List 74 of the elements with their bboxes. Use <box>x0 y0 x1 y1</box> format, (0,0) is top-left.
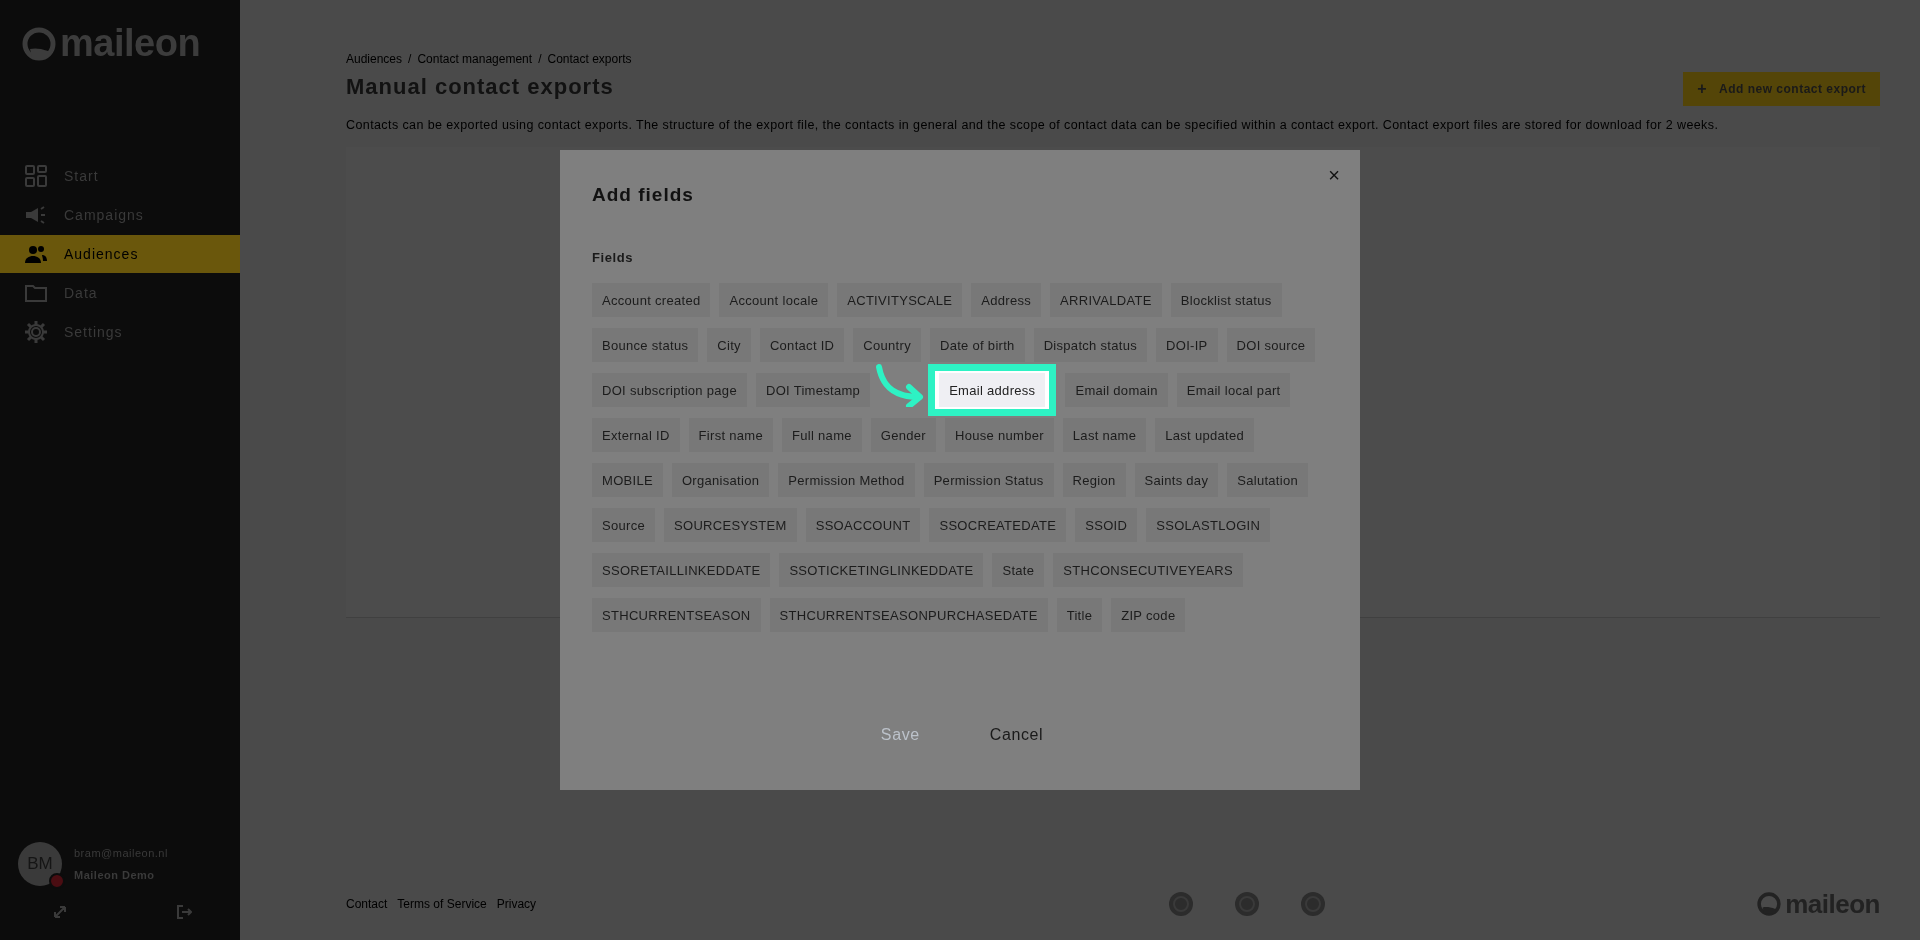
at-sign-icon <box>1757 892 1782 916</box>
field-chip[interactable]: Email domain <box>1065 373 1168 407</box>
field-chip[interactable]: Salutation <box>1227 463 1309 497</box>
field-chip[interactable]: Contact ID <box>759 328 845 362</box>
field-chip[interactable]: House number <box>944 418 1054 452</box>
field-chip[interactable]: SSOACCOUNT <box>805 508 921 542</box>
megaphone-icon <box>24 203 48 227</box>
field-chip[interactable]: DOI subscription page <box>592 373 747 407</box>
field-chip[interactable]: Organisation <box>671 463 770 497</box>
dialog-button[interactable]: Cancel <box>979 720 1054 750</box>
breadcrumb-separator: / <box>538 52 542 66</box>
field-chip[interactable]: Address <box>971 283 1042 317</box>
field-chip[interactable]: City <box>707 328 751 362</box>
at-sign-icon <box>22 26 56 61</box>
section-label: Fields <box>592 250 635 265</box>
field-chip[interactable]: Email local part <box>1176 373 1291 407</box>
field-chip[interactable]: STHCONSECUTIVEYEARS <box>1053 553 1243 587</box>
field-chip[interactable]: Full name <box>782 418 862 452</box>
dialog-title: Add fields <box>592 184 695 206</box>
field-chip[interactable]: Gender <box>870 418 936 452</box>
curved-arrow-icon <box>875 363 926 407</box>
field-chip[interactable]: Date of birth <box>929 328 1025 362</box>
field-chip[interactable]: ZIP code <box>1111 598 1186 632</box>
footer-link[interactable]: Terms of Service <box>397 897 487 911</box>
flag-icon <box>49 873 65 889</box>
seal-icon <box>1299 891 1326 917</box>
field-chip[interactable]: Permission Status <box>923 463 1054 497</box>
field-chip[interactable]: Title <box>1056 598 1103 632</box>
field-chip[interactable]: Saints day <box>1134 463 1219 497</box>
field-chip[interactable]: Blocklist status <box>1170 283 1282 317</box>
gear-icon <box>24 320 48 344</box>
field-chip[interactable]: SSOLASTLOGIN <box>1146 508 1271 542</box>
field-chip[interactable]: SSOID <box>1075 508 1138 542</box>
field-chip[interactable]: Bounce status <box>592 328 699 362</box>
field-chip[interactable]: Dispatch status <box>1033 328 1148 362</box>
field-chip[interactable]: Account locale <box>719 283 829 317</box>
field-chip[interactable]: Last name <box>1062 418 1147 452</box>
field-chip[interactable]: Country <box>853 328 921 362</box>
field-chip[interactable]: ARRIVALDATE <box>1050 283 1162 317</box>
grid-icon <box>24 164 48 188</box>
field-chip[interactable]: DOI-IP <box>1156 328 1218 362</box>
page-description: Contacts can be exported using contact exports. The structure of the export file, the contacts in general and the scope of contact data can be specified within a contact export. Contact export files are stored for download for 2 weeks. <box>346 117 1720 134</box>
field-chip[interactable]: First name <box>688 418 773 452</box>
breadcrumb-link[interactable]: Audiences <box>346 52 403 66</box>
field-chip[interactable]: Account created <box>592 283 711 317</box>
logout-icon[interactable] <box>176 904 192 920</box>
footer-link[interactable]: Privacy <box>496 897 537 911</box>
field-chip[interactable]: STHCURRENTSEASONPURCHASEDATE <box>769 598 1048 632</box>
seal-icon <box>1167 891 1194 917</box>
field-chip[interactable]: Last updated <box>1155 418 1255 452</box>
field-chip[interactable]: DOI Timestamp <box>755 373 871 407</box>
field-chip[interactable]: DOI source <box>1226 328 1316 362</box>
field-chip[interactable]: ACTIVITYSCALE <box>837 283 963 317</box>
field-chip[interactable]: Email address <box>939 373 1046 407</box>
close-button[interactable]: × <box>1324 162 1344 189</box>
field-chip[interactable]: SSOCREATEDATE <box>929 508 1067 542</box>
field-chip[interactable]: External ID <box>592 418 680 452</box>
field-chip[interactable]: SSOTICKETINGLINKEDDATE <box>779 553 984 587</box>
footer-link[interactable]: Contact <box>346 897 388 911</box>
field-chip[interactable]: Region <box>1062 463 1126 497</box>
nav-item[interactable]: Audiences <box>0 235 240 273</box>
field-chip[interactable]: SOURCESYSTEM <box>664 508 797 542</box>
field-chip[interactable]: Permission Method <box>778 463 915 497</box>
breadcrumb-separator: / <box>408 52 412 66</box>
expand-icon[interactable] <box>52 904 68 920</box>
breadcrumb-link[interactable]: Contact exports <box>547 52 632 66</box>
field-chip[interactable]: SSORETAILLINKEDDATE <box>592 553 771 587</box>
field-chip[interactable]: STHCURRENTSEASON <box>592 598 761 632</box>
page-title: Manual contact exports <box>346 74 615 100</box>
field-chip[interactable]: State <box>992 553 1045 587</box>
field-chip[interactable]: MOBILE <box>592 463 663 497</box>
breadcrumb-link[interactable]: Contact management <box>417 52 533 66</box>
seal-icon <box>1233 891 1260 917</box>
field-chip[interactable]: Source <box>592 508 655 542</box>
